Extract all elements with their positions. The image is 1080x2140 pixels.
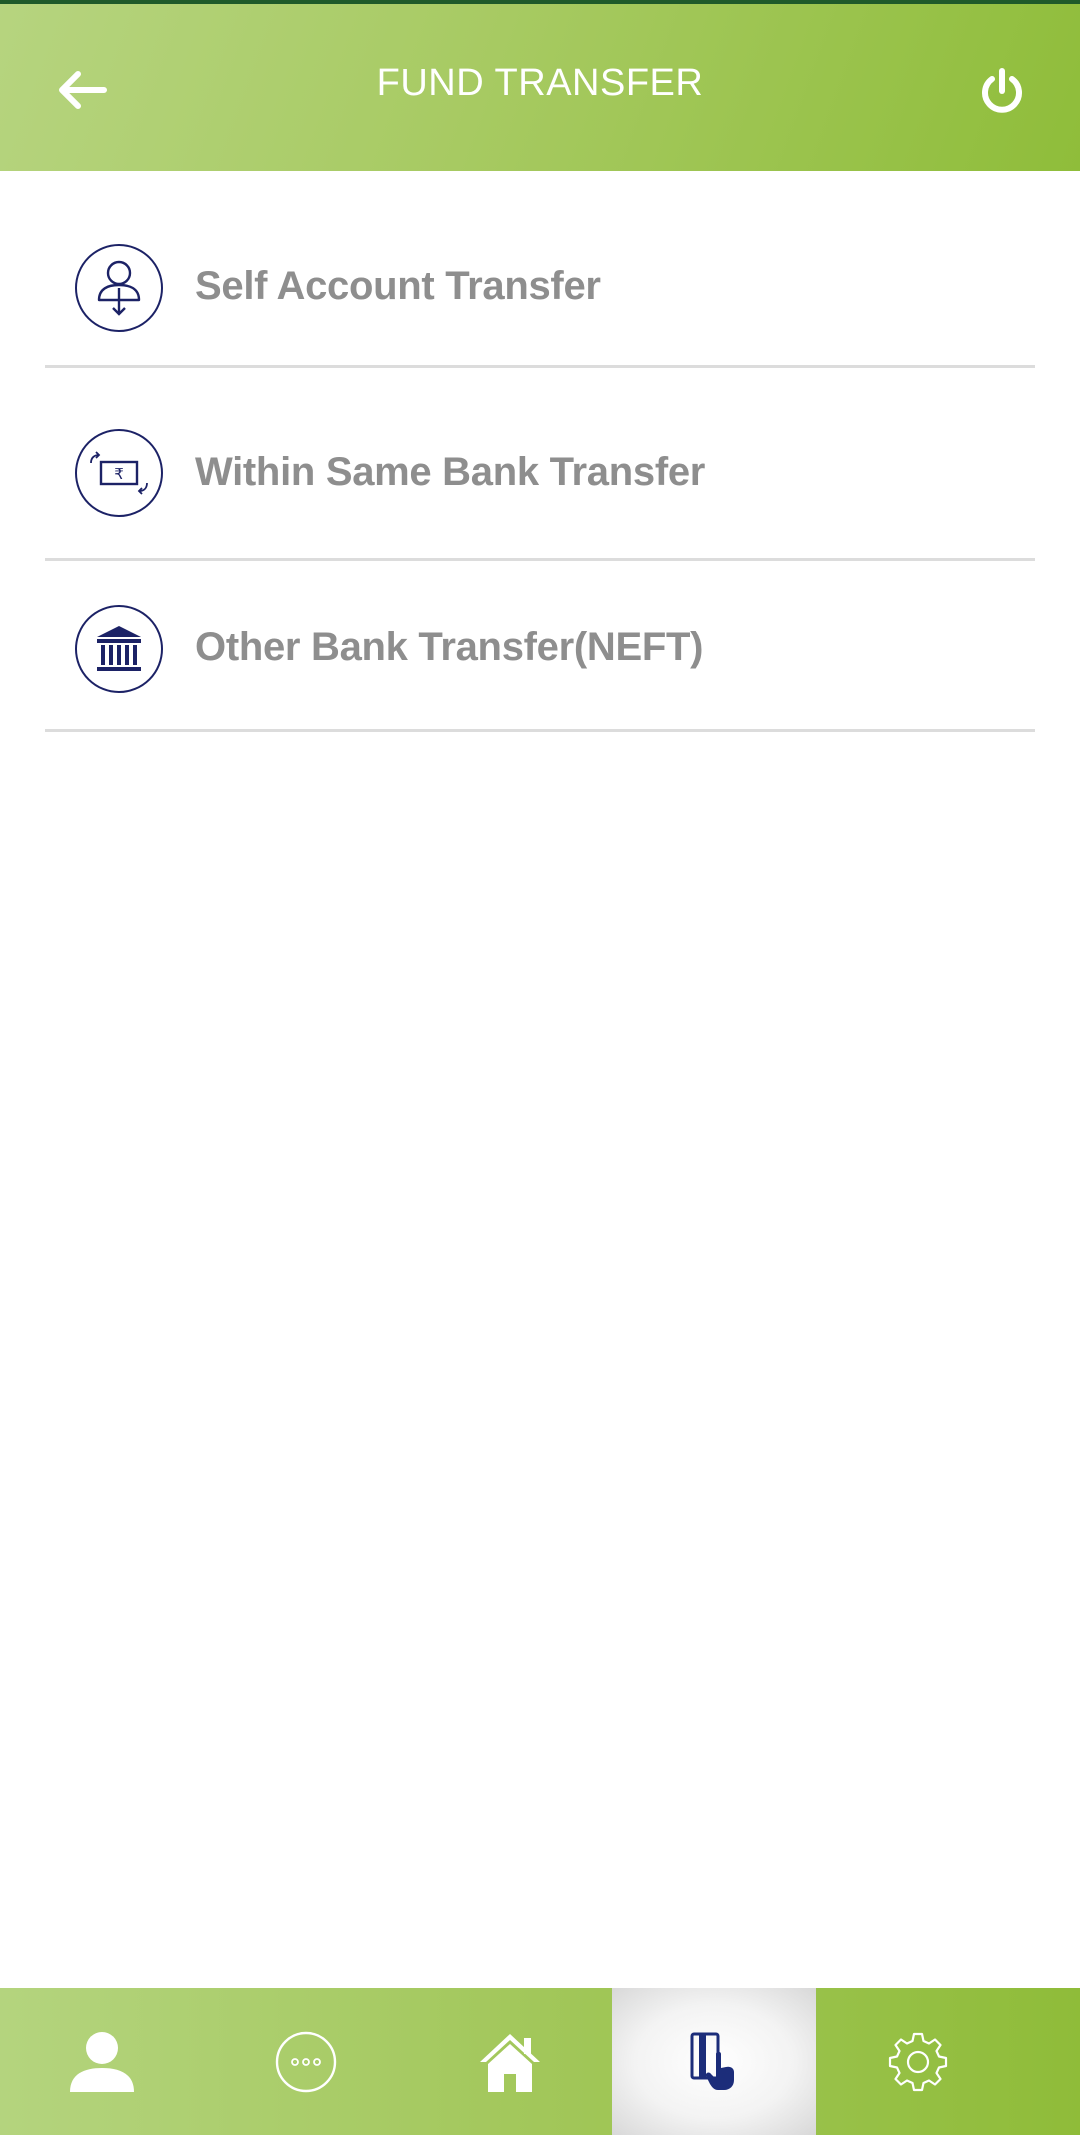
more-icon bbox=[275, 2031, 337, 2092]
nav-home[interactable] bbox=[408, 1988, 612, 2135]
nav-settings[interactable] bbox=[816, 1988, 1020, 2135]
settings-icon bbox=[888, 2032, 948, 2091]
nav-profile[interactable] bbox=[0, 1988, 204, 2135]
nav-fund-transfer[interactable] bbox=[612, 1988, 816, 2135]
nav-more[interactable] bbox=[204, 1988, 408, 2135]
home-icon bbox=[480, 2033, 540, 2092]
logout-button[interactable] bbox=[964, 54, 1040, 130]
bottom-edge bbox=[0, 2135, 1080, 2140]
within-same-bank-transfer-item[interactable]: ₹ Within Same Bank Transfer bbox=[45, 368, 1035, 561]
rupee-note-icon: ₹ bbox=[75, 429, 163, 517]
svg-text:₹: ₹ bbox=[114, 465, 124, 483]
other-bank-transfer-item[interactable]: Other Bank Transfer(NEFT) bbox=[45, 561, 1035, 732]
user-transfer-icon bbox=[75, 244, 163, 332]
app-header: FUND TRANSFER bbox=[0, 4, 1080, 171]
bank-icon bbox=[75, 605, 163, 693]
bottom-navigation bbox=[0, 1988, 1080, 2135]
page-title: FUND TRANSFER bbox=[376, 62, 704, 104]
self-account-transfer-item[interactable]: Self Account Transfer bbox=[45, 171, 1035, 368]
within-same-bank-transfer-label: Within Same Bank Transfer bbox=[195, 450, 706, 494]
transfer-options-list: Self Account Transfer ₹ Within Same Bank… bbox=[45, 171, 1035, 732]
card-tap-icon bbox=[690, 2032, 734, 2090]
profile-icon bbox=[70, 2031, 134, 2092]
self-account-transfer-label: Self Account Transfer bbox=[195, 264, 601, 308]
other-bank-transfer-label: Other Bank Transfer(NEFT) bbox=[195, 625, 704, 669]
power-icon bbox=[982, 68, 1022, 113]
